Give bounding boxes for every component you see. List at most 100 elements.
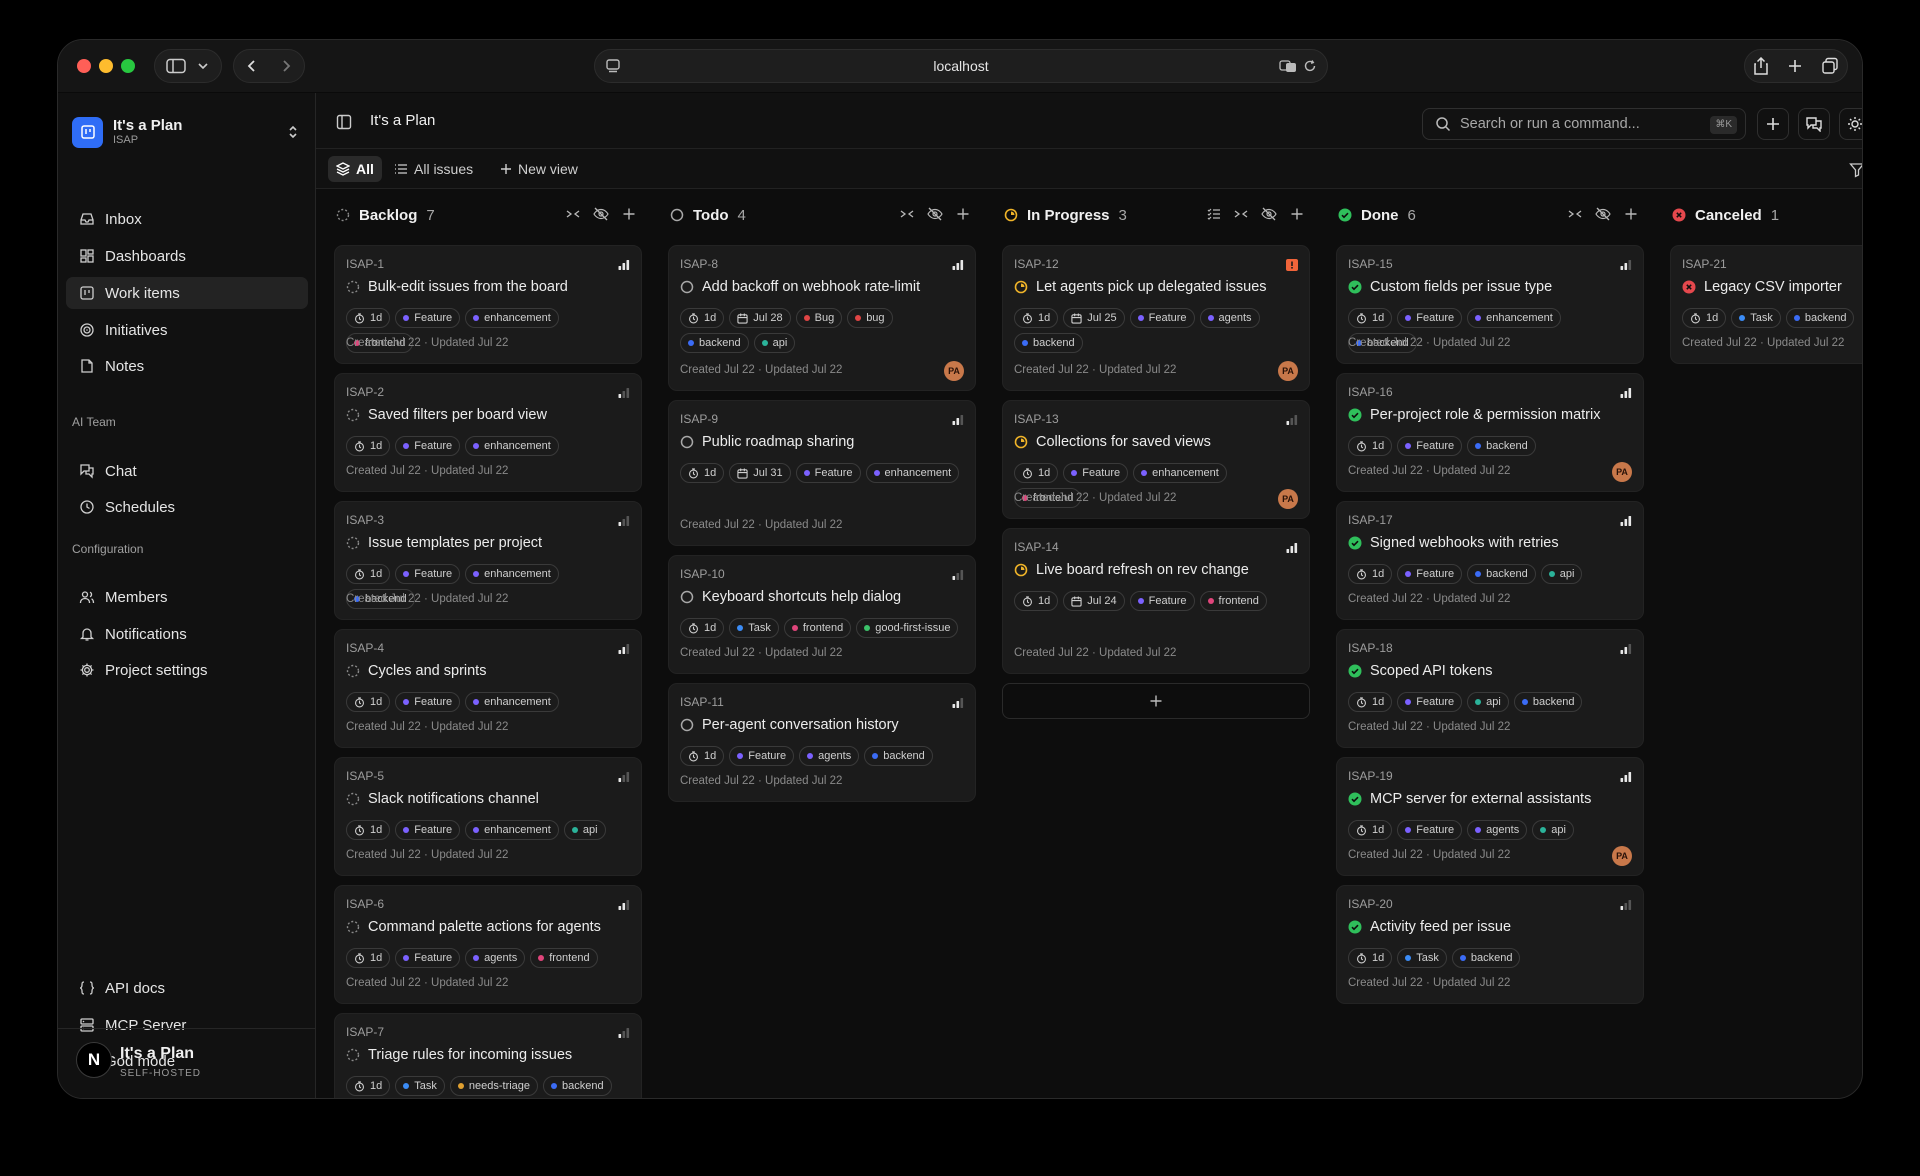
label-chip[interactable]: enhancement bbox=[465, 564, 559, 584]
status-progress-icon[interactable] bbox=[1014, 280, 1028, 294]
issue-card[interactable]: ISAP-4 Cycles and sprints 1d Feature enhance… bbox=[334, 629, 642, 748]
label-chip[interactable]: enhancement bbox=[465, 820, 559, 840]
label-chip[interactable]: api bbox=[1467, 692, 1509, 712]
label-chip[interactable]: Feature bbox=[1397, 820, 1463, 840]
label-chip[interactable]: Task bbox=[1731, 308, 1781, 328]
estimate-chip[interactable]: 1d bbox=[1348, 308, 1393, 328]
issue-card[interactable]: ISAP-17 Signed webhooks with retries 1d Fea… bbox=[1336, 501, 1644, 620]
status-done-icon[interactable] bbox=[1348, 664, 1362, 678]
status-progress-icon[interactable] bbox=[1014, 435, 1028, 449]
label-chip[interactable]: backend bbox=[1467, 564, 1536, 584]
issue-card[interactable]: ISAP-5 Slack notifications channel 1d Featu… bbox=[334, 757, 642, 876]
label-chip[interactable]: backend bbox=[864, 746, 933, 766]
label-chip[interactable]: Bug bbox=[795, 308, 843, 328]
label-chip[interactable]: backend bbox=[1451, 948, 1521, 968]
forward-icon[interactable] bbox=[278, 58, 294, 74]
status-backlog-icon[interactable] bbox=[346, 536, 360, 550]
label-chip[interactable]: Feature bbox=[1129, 308, 1195, 328]
due-date-chip[interactable]: Jul 28 bbox=[729, 308, 791, 328]
issue-card[interactable]: ISAP-9 Public roadmap sharing 1d Jul 31 Feat… bbox=[668, 400, 976, 546]
estimate-chip[interactable]: 1d bbox=[346, 564, 391, 584]
back-icon[interactable] bbox=[244, 58, 260, 74]
workspace-switcher[interactable]: It's a Plan ISAP bbox=[72, 109, 302, 155]
add-card-icon[interactable] bbox=[622, 207, 636, 221]
sidebar-item-api-docs[interactable]: API docs bbox=[66, 972, 308, 1004]
issue-card[interactable]: ISAP-20 Activity feed per issue 1d Task back… bbox=[1336, 885, 1644, 1004]
label-chip[interactable]: Feature bbox=[395, 692, 461, 712]
label-chip[interactable]: frontend bbox=[1199, 591, 1267, 611]
search-input[interactable]: Search or run a command... ⌘K bbox=[1422, 108, 1746, 140]
hide-column-icon[interactable] bbox=[593, 207, 609, 221]
priority-bars-icon[interactable] bbox=[1620, 258, 1632, 276]
issue-card[interactable]: ISAP-1 Bulk-edit issues from the board 1d F… bbox=[334, 245, 642, 364]
add-card-icon[interactable] bbox=[1290, 207, 1304, 221]
priority-bars-icon[interactable] bbox=[1620, 898, 1632, 916]
status-backlog-icon[interactable] bbox=[346, 280, 360, 294]
panel-toggle-icon[interactable] bbox=[336, 114, 352, 130]
collapse-column-icon[interactable] bbox=[900, 207, 914, 221]
label-chip[interactable]: agents bbox=[465, 948, 526, 968]
estimate-chip[interactable]: 1d bbox=[1014, 463, 1059, 483]
issue-card[interactable]: ISAP-16 Per-project role & permission mat… bbox=[1336, 373, 1644, 492]
sidebar-item-notes[interactable]: Notes bbox=[66, 350, 308, 382]
status-done-icon[interactable] bbox=[1348, 920, 1362, 934]
label-chip[interactable]: backend bbox=[680, 333, 749, 353]
label-chip[interactable]: backend bbox=[1513, 692, 1583, 712]
zoom-window-button[interactable] bbox=[121, 59, 135, 73]
view-all-tab[interactable]: All bbox=[328, 156, 382, 182]
priority-bars-icon[interactable] bbox=[618, 770, 630, 788]
label-chip[interactable]: api bbox=[1540, 564, 1583, 584]
assignee-avatar[interactable]: PA bbox=[1278, 361, 1298, 381]
status-canceled-icon[interactable] bbox=[1682, 280, 1696, 294]
label-chip[interactable]: backend bbox=[543, 1076, 612, 1096]
collapse-column-icon[interactable] bbox=[1234, 207, 1248, 221]
estimate-chip[interactable]: 1d bbox=[1348, 948, 1393, 968]
status-done-icon[interactable] bbox=[1348, 280, 1362, 294]
priority-bars-icon[interactable] bbox=[1286, 413, 1298, 431]
label-chip[interactable]: enhancement bbox=[465, 692, 559, 712]
theme-toggle-button[interactable] bbox=[1839, 108, 1862, 140]
priority-bars-icon[interactable] bbox=[952, 568, 964, 586]
hide-column-icon[interactable] bbox=[1595, 207, 1611, 221]
status-backlog-icon[interactable] bbox=[346, 408, 360, 422]
priority-bars-icon[interactable] bbox=[952, 413, 964, 431]
status-todo-icon[interactable] bbox=[680, 590, 694, 604]
assignee-avatar[interactable]: PA bbox=[1278, 489, 1298, 509]
label-chip[interactable]: enhancement bbox=[1467, 308, 1561, 328]
estimate-chip[interactable]: 1d bbox=[346, 436, 391, 456]
priority-bars-icon[interactable] bbox=[618, 386, 630, 404]
add-card-icon[interactable] bbox=[1624, 207, 1638, 221]
add-card-icon[interactable] bbox=[956, 207, 970, 221]
label-chip[interactable]: backend bbox=[1014, 333, 1083, 353]
sidebar-item-notifications[interactable]: Notifications bbox=[66, 618, 308, 650]
filter-icon[interactable] bbox=[1849, 162, 1863, 178]
estimate-chip[interactable]: 1d bbox=[680, 308, 725, 328]
estimate-chip[interactable]: 1d bbox=[1348, 564, 1393, 584]
status-done-icon[interactable] bbox=[1348, 792, 1362, 806]
chat-button[interactable] bbox=[1798, 108, 1830, 140]
label-chip[interactable]: frontend bbox=[783, 618, 852, 638]
status-backlog-icon[interactable] bbox=[346, 920, 360, 934]
assignee-avatar[interactable]: PA bbox=[944, 361, 964, 381]
page-settings-icon[interactable] bbox=[605, 58, 621, 74]
hide-column-icon[interactable] bbox=[1261, 207, 1277, 221]
label-chip[interactable]: backend bbox=[1785, 308, 1855, 328]
due-date-chip[interactable]: Jul 25 bbox=[1063, 308, 1125, 328]
issue-card[interactable]: ISAP-13 Collections for saved views 1d Feat… bbox=[1002, 400, 1310, 519]
priority-bars-icon[interactable] bbox=[1620, 514, 1632, 532]
priority-bars-icon[interactable] bbox=[618, 258, 630, 276]
status-todo-icon[interactable] bbox=[680, 718, 694, 732]
estimate-chip[interactable]: 1d bbox=[346, 308, 391, 328]
label-chip[interactable]: enhancement bbox=[865, 463, 960, 483]
label-chip[interactable]: enhancement bbox=[465, 308, 559, 328]
priority-bars-icon[interactable] bbox=[1620, 386, 1632, 404]
issue-card[interactable]: ISAP-7 Triage rules for incoming issues 1d… bbox=[334, 1013, 642, 1098]
sidebar-item-members[interactable]: Members bbox=[66, 581, 308, 613]
status-todo-icon[interactable] bbox=[680, 435, 694, 449]
label-chip[interactable]: api bbox=[563, 820, 606, 840]
tab-overview-icon[interactable] bbox=[1821, 57, 1839, 75]
issue-card[interactable]: ISAP-11 Per-agent conversation history 1d F… bbox=[668, 683, 976, 802]
label-chip[interactable]: Task bbox=[729, 618, 779, 638]
label-chip[interactable]: needs-triage bbox=[449, 1076, 539, 1096]
share-icon[interactable] bbox=[1753, 57, 1769, 75]
